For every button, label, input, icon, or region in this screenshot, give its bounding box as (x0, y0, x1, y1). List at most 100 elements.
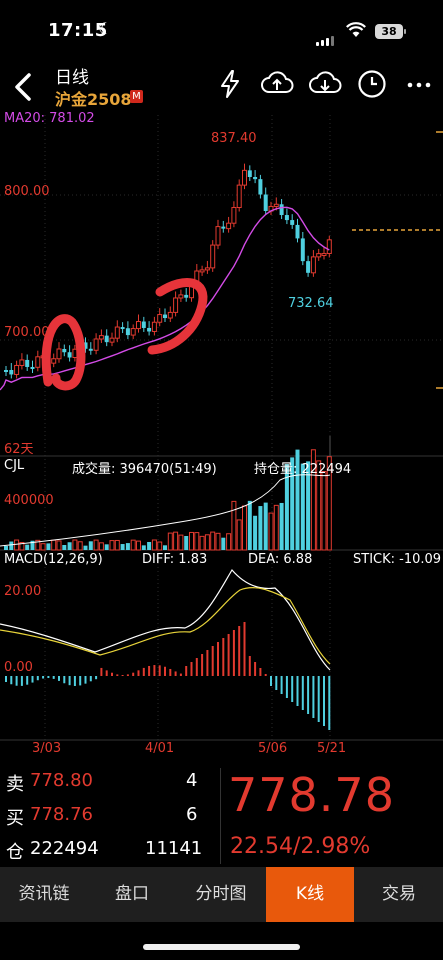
macd-bar (111, 672, 113, 676)
open-interest-value: 持仓量: 222494 (254, 462, 352, 477)
macd-bar (52, 676, 55, 679)
candle-body (290, 220, 295, 225)
candle-body (98, 335, 104, 340)
sell-price[interactable]: 778.80 (30, 770, 93, 791)
cloud-download-icon[interactable] (308, 68, 342, 100)
macd-bar (26, 676, 29, 685)
volume-bar (98, 542, 104, 551)
macd-indicator-title[interactable]: MACD(12,26,9) (4, 552, 103, 567)
macd-bar (116, 674, 119, 676)
candle-body (19, 359, 25, 366)
macd-bar (68, 676, 71, 686)
date-label-3: 5/06 (258, 741, 288, 756)
macd-bar (222, 638, 225, 676)
candle-body (310, 256, 316, 274)
lightning-icon[interactable] (214, 68, 246, 100)
macd-diff-value: DIFF: 1.83 (142, 552, 208, 567)
volume-bar (194, 532, 200, 551)
signal-icon (316, 27, 336, 46)
buy-price[interactable]: 778.76 (30, 804, 93, 825)
candle-body (300, 238, 305, 262)
y-axis-label-800: 800.00 (4, 184, 50, 199)
candle-body (114, 326, 120, 339)
contract-symbol[interactable]: 沪金2508 (55, 86, 132, 110)
candle-body (184, 294, 189, 298)
sell-qty: 4 (186, 770, 198, 791)
macd-bar (254, 662, 257, 676)
volume-bar (258, 506, 263, 550)
oi-value: 222494 (30, 838, 99, 859)
price-change: 22.54/2.98% (230, 834, 371, 859)
candle-body (35, 356, 41, 368)
tab-order-book[interactable]: 盘口 (88, 867, 176, 922)
macd-bar (195, 658, 198, 676)
volume-bar (120, 544, 125, 550)
tab-intraday[interactable]: 分时图 (177, 867, 265, 922)
volume-bar (167, 532, 173, 551)
volume-bar (9, 541, 14, 550)
kline-chart[interactable] (0, 112, 443, 762)
macd-bar (217, 642, 219, 676)
macd-bar (174, 671, 177, 676)
macd-bar (328, 676, 331, 730)
volume-bar (215, 532, 221, 551)
volume-bar (141, 545, 146, 550)
home-indicator (143, 944, 300, 950)
volume-indicator-title[interactable]: CJL (4, 458, 24, 473)
candle-body (151, 321, 157, 332)
volume-bar (125, 543, 130, 550)
back-icon[interactable] (10, 70, 36, 108)
volume-bar (67, 542, 72, 550)
macd-bar (73, 676, 76, 686)
tab-kline[interactable]: K线 (266, 867, 354, 922)
volume-bar (268, 512, 274, 551)
volume-bar (88, 541, 93, 550)
high-label: 837.40 (211, 131, 257, 146)
macd-bar (164, 666, 166, 676)
volume-bar (236, 519, 242, 551)
macd-dea-value: DEA: 6.88 (248, 552, 313, 567)
volume-bar (14, 539, 20, 551)
cloud-upload-icon[interactable] (260, 68, 294, 100)
macd-bar (132, 672, 135, 676)
candle-body (14, 364, 20, 375)
volume-value: 成交量: 396470(51:49) (72, 462, 217, 477)
candle-body (141, 321, 146, 328)
candle-body (258, 179, 263, 195)
days-label: 62天 (4, 442, 34, 457)
candle-body (326, 239, 332, 254)
volume-bar (189, 531, 194, 551)
candle-body (204, 267, 210, 271)
macd-bar (158, 665, 161, 676)
candle-body (9, 370, 14, 375)
volume-bar (204, 534, 210, 551)
candle-body (242, 169, 247, 186)
macd-bar (105, 670, 108, 676)
candle-body (125, 328, 130, 336)
volume-bar (157, 541, 163, 551)
volume-bar (51, 539, 57, 551)
candle-body (221, 226, 226, 229)
macd-bar (95, 676, 98, 680)
candle-body (247, 170, 252, 177)
macd-bar (42, 676, 45, 679)
macd-bar (89, 676, 92, 682)
y-axis-label-700: 700.00 (4, 325, 50, 340)
volume-bar (62, 545, 67, 550)
buy-label: 买 (6, 808, 24, 829)
tab-news-chain[interactable]: 资讯链 (0, 867, 88, 922)
candle-body (253, 176, 258, 180)
more-icon[interactable] (404, 70, 436, 102)
volume-bar (136, 540, 141, 551)
volume-bar (104, 544, 109, 550)
candle-body (284, 215, 289, 221)
clock-icon[interactable] (356, 68, 388, 100)
macd-bar (248, 656, 251, 676)
page-title: 日线 (55, 68, 89, 88)
macd-bar (201, 654, 204, 676)
volume-bar (247, 500, 252, 550)
volume-bar (253, 515, 258, 550)
tab-trade[interactable]: 交易 (355, 867, 443, 922)
volume-bar (178, 534, 184, 551)
macd-bar (169, 668, 172, 676)
